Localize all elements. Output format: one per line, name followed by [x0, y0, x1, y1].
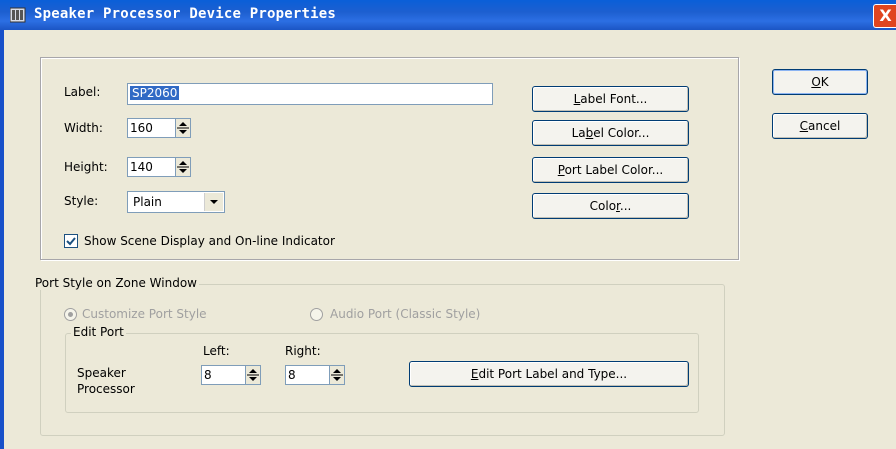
cancel-button[interactable]: Cancel [772, 113, 868, 139]
port-label-color-button[interactable]: Port Label Color... [532, 157, 689, 183]
style-select[interactable]: Plain [127, 191, 225, 213]
btn-text-post: ort Label Color... [564, 163, 664, 177]
customize-port-style-radio[interactable] [64, 308, 77, 321]
spinner-arrows-icon[interactable] [175, 158, 190, 176]
edit-port-group-title: Edit Port [71, 325, 126, 339]
width-caption: Width: [64, 121, 103, 135]
row-label-speaker: Speaker [77, 366, 126, 380]
left-port-spinner[interactable]: 8 [201, 365, 261, 385]
left-caption: Left: [203, 344, 230, 358]
window-title: Speaker Processor Device Properties [34, 6, 337, 22]
dialog-window: Speaker Processor Device Properties X La… [0, 0, 896, 449]
height-value: 140 [130, 160, 153, 174]
spinner-arrows-icon[interactable] [329, 366, 344, 384]
right-port-value: 8 [288, 368, 296, 382]
style-value: Plain [133, 195, 162, 209]
radio-dot-icon [68, 312, 73, 317]
spinner-arrows-icon[interactable] [175, 119, 190, 137]
spinner-arrows-icon[interactable] [245, 366, 260, 384]
label-input[interactable]: SP2060 [127, 83, 493, 105]
port-style-group-title: Port Style on Zone Window [33, 276, 199, 290]
close-icon: X [879, 6, 892, 25]
label-font-button[interactable]: Label Font... [532, 86, 689, 112]
label-caption: Label: [64, 85, 101, 99]
btn-text-post: ... [619, 199, 632, 213]
show-scene-label[interactable]: Show Scene Display and On-line Indicator [84, 234, 335, 248]
btn-text-post: el Color... [593, 126, 650, 140]
ok-button[interactable]: OK [772, 69, 868, 95]
right-port-spinner[interactable]: 8 [285, 365, 345, 385]
close-button[interactable]: X [873, 4, 896, 28]
left-port-value: 8 [204, 368, 212, 382]
row-label-processor: Processor [77, 382, 135, 396]
height-caption: Height: [64, 160, 108, 174]
window-border [0, 30, 4, 449]
btn-text-post: K [820, 75, 829, 89]
chevron-down-icon[interactable] [204, 193, 223, 211]
btn-text-post: ancel [808, 119, 841, 133]
audio-port-classic-label[interactable]: Audio Port (Classic Style) [330, 307, 480, 321]
width-value: 160 [130, 121, 153, 135]
speaker-processor-app-icon [9, 7, 26, 23]
height-spinner[interactable]: 140 [127, 157, 191, 177]
title-bar[interactable]: Speaker Processor Device Properties X [0, 0, 896, 30]
width-spinner[interactable]: 160 [127, 118, 191, 138]
btn-text-post: dit Port Label and Type... [478, 367, 628, 381]
btn-accel: C [799, 119, 809, 133]
btn-text-pre: La [571, 126, 586, 140]
customize-port-style-label[interactable]: Customize Port Style [82, 307, 207, 321]
btn-accel: P [557, 163, 565, 177]
btn-accel: O [811, 75, 821, 89]
edit-port-label-type-button[interactable]: Edit Port Label and Type... [409, 361, 689, 387]
right-caption: Right: [285, 344, 321, 358]
label-color-button[interactable]: Label Color... [532, 120, 689, 146]
audio-port-classic-radio[interactable] [310, 308, 323, 321]
style-caption: Style: [64, 194, 99, 208]
btn-text-post: abel Font... [580, 92, 648, 106]
btn-text-pre: Colo [589, 199, 617, 213]
checkmark-icon [66, 237, 76, 246]
color-button[interactable]: Color... [532, 193, 689, 219]
label-input-value: SP2060 [130, 86, 180, 100]
show-scene-checkbox[interactable] [64, 234, 78, 248]
